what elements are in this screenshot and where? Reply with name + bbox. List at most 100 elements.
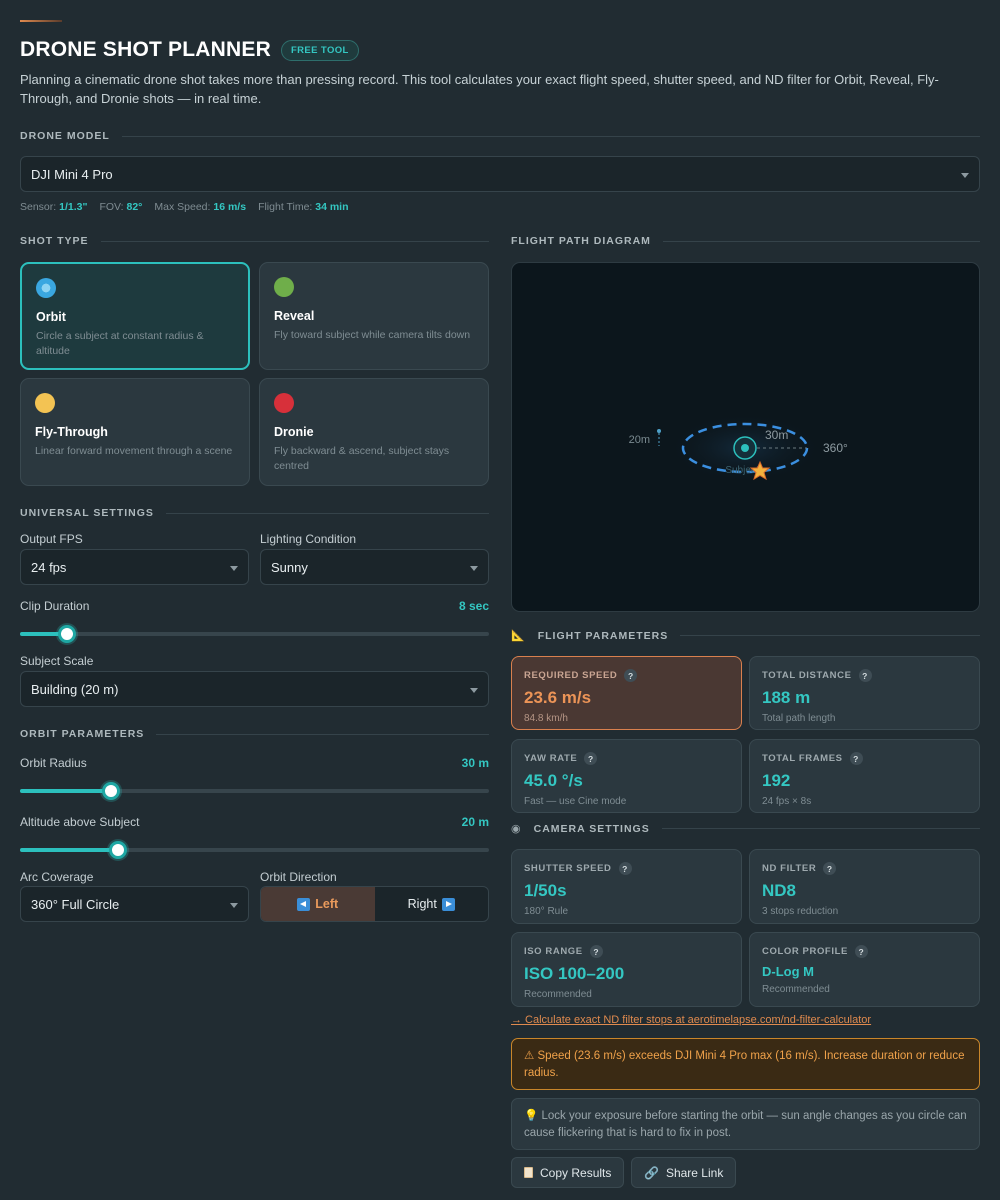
direction-left-label: Left (315, 897, 339, 911)
fps-label: Output FPS (20, 532, 83, 546)
nd-filter-card: ND FILTER? ND8 3 stops reduction (749, 849, 980, 924)
shot-desc: Fly toward subject while camera tilts do… (274, 329, 471, 341)
section-title: UNIVERSAL SETTINGS (20, 507, 154, 519)
required-speed-sub: 84.8 km/h (524, 713, 568, 724)
required-speed-card: REQUIRED SPEED? 23.6 m/s 84.8 km/h (511, 656, 742, 730)
shot-card-dronie[interactable]: Dronie Fly backward & ascend, subject st… (259, 378, 489, 486)
lighting-value: Sunny (271, 559, 308, 575)
fly-through-icon (35, 393, 55, 413)
direction-right-label: Right (407, 897, 437, 911)
slider-handle[interactable] (109, 841, 128, 859)
help-icon[interactable]: ? (624, 669, 638, 682)
altitude-label: Altitude above Subject (20, 815, 140, 829)
altitude-label: 20m (629, 434, 650, 446)
spec-fov: FOV: 82° (99, 201, 143, 213)
section-camera-settings: ◉ CAMERA SETTINGS (511, 822, 980, 835)
subject-scale-select[interactable]: Building (20 m) (20, 671, 489, 707)
card-title: YAW RATE (524, 753, 578, 764)
total-distance-sub: Total path length (762, 713, 836, 724)
drone-model-select[interactable]: DJI Mini 4 Pro (20, 156, 980, 192)
chevron-down-icon (470, 688, 478, 693)
subject-dot (741, 444, 749, 452)
slider-fill (20, 848, 119, 852)
section-title: ORBIT PARAMETERS (20, 728, 145, 740)
clipboard-icon (524, 1167, 533, 1178)
direction-right-button[interactable]: Right (375, 887, 489, 921)
section-title: SHOT TYPE (20, 235, 89, 247)
yaw-rate-card: YAW RATE? 45.0 °/s Fast — use Cine mode (511, 739, 742, 813)
accent-line (20, 20, 62, 22)
card-title: COLOR PROFILE (762, 946, 848, 957)
section-title: CAMERA SETTINGS (533, 822, 650, 835)
arc-coverage-select[interactable]: 360° Full Circle (20, 886, 249, 922)
help-icon[interactable]: ? (854, 945, 868, 958)
chevron-down-icon (230, 566, 238, 571)
dronie-icon (274, 393, 294, 413)
shot-card-reveal[interactable]: Reveal Fly toward subject while camera t… (259, 262, 489, 370)
iso-range-value: ISO 100–200 (524, 964, 625, 983)
slider-handle[interactable] (57, 625, 76, 643)
shot-desc: Circle a subject at constant radius & al… (36, 330, 204, 357)
slider-handle[interactable] (102, 782, 121, 800)
flight-path-diagram: Subject 30m 360° 20m (511, 262, 980, 612)
nd-filter-value: ND8 (762, 881, 797, 900)
help-icon[interactable]: ? (618, 862, 632, 875)
radius-label: 30m (765, 428, 788, 442)
nd-calculator-link[interactable]: → Calculate exact ND filter stops at aer… (511, 1014, 871, 1026)
orbit-direction-toggle: Left Right (260, 886, 489, 922)
altitude-slider[interactable] (20, 841, 489, 859)
shot-desc: Fly backward & ascend, subject stays cen… (274, 445, 450, 472)
page-title: DRONE SHOT PLANNER (20, 38, 271, 61)
section-title: DRONE MODEL (20, 130, 110, 142)
spec-sensor: Sensor: 1/1.3" (20, 201, 88, 213)
chevron-down-icon (230, 903, 238, 908)
shot-name: Fly-Through (35, 425, 108, 439)
arrow-right-icon (441, 897, 455, 911)
copy-results-button[interactable]: Copy Results (511, 1157, 625, 1188)
slider-fill (20, 789, 112, 793)
arc-coverage-value: 360° Full Circle (31, 896, 120, 912)
help-icon[interactable]: ? (589, 945, 603, 958)
link-icon: 🔗 (644, 1165, 659, 1180)
speed-warning-alert: ⚠ Speed (23.6 m/s) exceeds DJI Mini 4 Pr… (511, 1038, 980, 1090)
shot-desc: Linear forward movement through a scene (35, 445, 233, 457)
lighting-select[interactable]: Sunny (260, 549, 489, 585)
help-icon[interactable]: ? (584, 752, 598, 765)
arrow-left-icon (297, 897, 311, 911)
orbit-icon (36, 278, 56, 298)
orbit-radius-slider[interactable] (20, 782, 489, 800)
nd-filter-sub: 3 stops reduction (762, 906, 839, 917)
color-profile-card: COLOR PROFILE? D-Log M Recommended (749, 932, 980, 1007)
orbit-radius-label: Orbit Radius (20, 756, 87, 770)
iso-range-card: ISO RANGE? ISO 100–200 Recommended (511, 932, 742, 1007)
shot-name: Dronie (274, 425, 314, 439)
direction-left-button[interactable]: Left (261, 887, 375, 921)
share-link-button[interactable]: 🔗 Share Link (631, 1157, 737, 1188)
shutter-speed-card: SHUTTER SPEED? 1/50s 180° Rule (511, 849, 742, 924)
section-drone-model: DRONE MODEL (20, 130, 980, 142)
title-row: DRONE SHOT PLANNER FREE TOOL (20, 38, 359, 62)
slider-track (20, 632, 489, 636)
share-link-label: Share Link (665, 1165, 724, 1180)
orbit-radius-value: 30 m (461, 756, 489, 770)
card-title: REQUIRED SPEED (524, 670, 618, 681)
shutter-speed-sub: 180° Rule (524, 906, 569, 917)
clip-duration-slider[interactable] (20, 625, 489, 643)
chevron-down-icon (961, 173, 969, 178)
altitude-value: 20 m (461, 815, 489, 829)
required-speed-value: 23.6 m/s (524, 688, 592, 707)
yaw-rate-value: 45.0 °/s (524, 771, 583, 790)
total-frames-sub: 24 fps × 8s (762, 796, 812, 807)
arc-coverage-label: Arc Coverage (20, 870, 94, 884)
help-icon[interactable]: ? (858, 669, 872, 682)
shutter-speed-value: 1/50s (524, 881, 567, 900)
help-icon[interactable]: ? (849, 752, 863, 765)
altitude-marker-dot (657, 429, 661, 433)
card-title: ND FILTER (762, 863, 817, 874)
ruler-icon: 📐 (511, 630, 526, 642)
shot-card-orbit[interactable]: Orbit Circle a subject at constant radiu… (20, 262, 250, 370)
section-flight-path: FLIGHT PATH DIAGRAM (511, 235, 980, 247)
shot-card-fly-through[interactable]: Fly-Through Linear forward movement thro… (20, 378, 250, 486)
help-icon[interactable]: ? (823, 862, 837, 875)
fps-select[interactable]: 24 fps (20, 549, 249, 585)
